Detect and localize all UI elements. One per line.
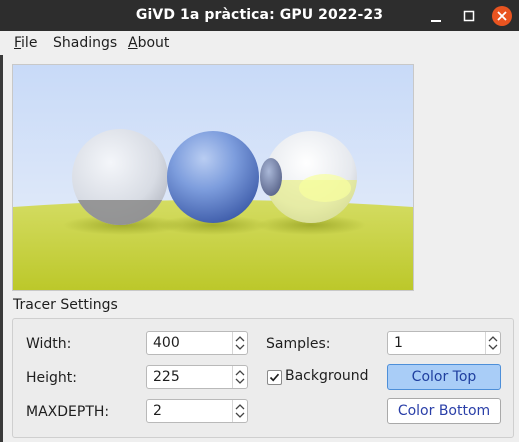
close-icon[interactable] xyxy=(491,5,513,27)
menu-about-label: bout xyxy=(137,35,170,51)
width-spin-arrows[interactable] xyxy=(232,332,247,354)
menu-file[interactable]: File xyxy=(14,35,37,51)
maxdepth-spin-arrows[interactable] xyxy=(232,400,247,422)
maxdepth-value: 2 xyxy=(153,403,162,419)
width-value: 400 xyxy=(153,335,180,351)
height-spin-arrows[interactable] xyxy=(232,366,247,388)
render-image xyxy=(13,65,413,290)
tracer-settings-group: Width: 400 Height: 225 MAXDEPTH: 2 Sampl… xyxy=(12,318,514,438)
samples-value: 1 xyxy=(394,335,403,351)
maximize-icon[interactable] xyxy=(458,5,480,27)
render-view xyxy=(12,64,414,291)
maxdepth-label: MAXDEPTH: xyxy=(26,404,110,420)
menu-bar: File Shadings About xyxy=(0,31,519,55)
menu-about-mnemonic: A xyxy=(128,35,138,51)
samples-spinbox[interactable]: 1 xyxy=(387,331,501,355)
color-bottom-button[interactable]: Color Bottom xyxy=(387,398,501,424)
maxdepth-spinbox[interactable]: 2 xyxy=(146,399,248,423)
tracer-settings-title: Tracer Settings xyxy=(13,297,118,313)
checkmark-icon xyxy=(269,373,280,382)
width-label: Width: xyxy=(26,336,72,352)
title-bar[interactable]: GiVD 1a pràctica: GPU 2022-23 xyxy=(0,0,519,31)
background-label[interactable]: Background xyxy=(285,368,369,384)
minimize-icon[interactable] xyxy=(425,5,447,27)
height-value: 225 xyxy=(153,369,180,385)
height-label: Height: xyxy=(26,370,77,386)
window-edge xyxy=(0,55,3,442)
menu-file-mnemonic: F xyxy=(14,35,22,51)
width-spinbox[interactable]: 400 xyxy=(146,331,248,355)
samples-label: Samples: xyxy=(266,336,331,352)
background-checkbox[interactable] xyxy=(267,370,282,385)
samples-spin-arrows[interactable] xyxy=(485,332,500,354)
menu-shadings[interactable]: Shadings xyxy=(53,35,117,51)
height-spinbox[interactable]: 225 xyxy=(146,365,248,389)
menu-about[interactable]: About xyxy=(128,35,169,51)
color-top-button[interactable]: Color Top xyxy=(387,364,501,390)
menu-file-label: ile xyxy=(21,35,38,51)
